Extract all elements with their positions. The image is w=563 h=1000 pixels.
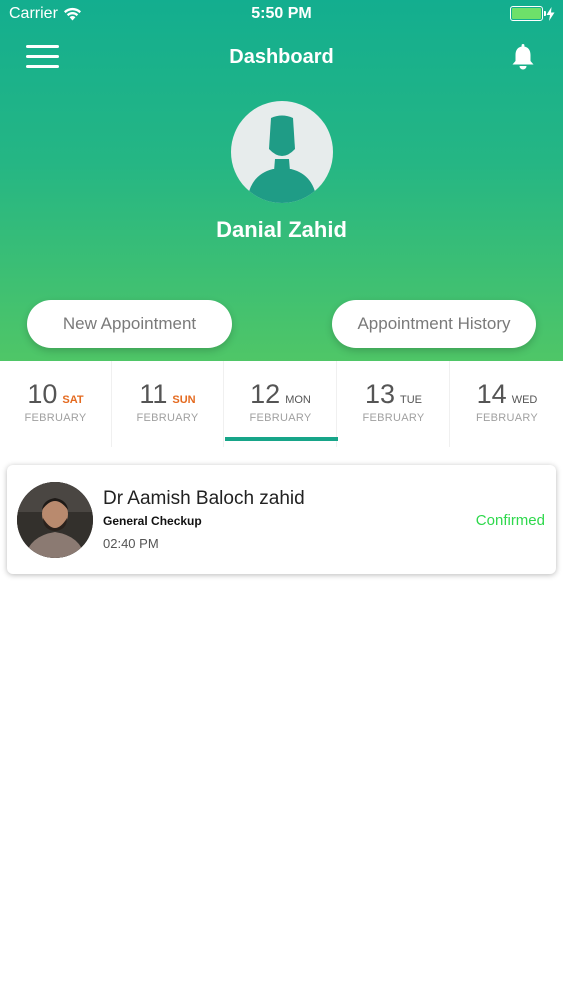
date-month: FEBRUARY xyxy=(475,412,539,424)
date-weekday: SAT xyxy=(62,394,84,406)
doctor-photo xyxy=(17,482,93,558)
new-appointment-button[interactable]: New Appointment xyxy=(27,300,232,348)
charging-bolt-icon xyxy=(546,6,555,21)
date-number: 10 xyxy=(27,379,58,409)
status-bar: Carrier 5:50 PM xyxy=(0,0,563,30)
date-item[interactable]: 10 SAT FEBRUARY xyxy=(0,361,112,447)
date-weekday: MON xyxy=(285,394,311,406)
date-item[interactable]: 11 SUN FEBRUARY xyxy=(112,361,224,447)
status-time: 5:50 PM xyxy=(251,5,312,22)
date-weekday: SUN xyxy=(172,394,196,406)
appointment-card[interactable]: Dr Aamish Baloch zahid General Checkup 0… xyxy=(7,465,556,574)
date-item-selected[interactable]: 12 MON FEBRUARY xyxy=(225,361,337,447)
date-item[interactable]: 13 TUE FEBRUARY xyxy=(338,361,450,447)
date-weekday: TUE xyxy=(400,394,423,406)
date-weekday: WED xyxy=(511,394,538,406)
bell-icon[interactable] xyxy=(508,42,538,72)
date-month: FEBRUARY xyxy=(24,412,87,424)
avatar[interactable] xyxy=(231,101,333,203)
appointment-status: Confirmed xyxy=(475,512,545,529)
doctor-name: Dr Aamish Baloch zahid xyxy=(103,488,305,509)
appointment-time: 02:40 PM xyxy=(103,536,159,551)
date-selector: 10 SAT FEBRUARY 11 SUN FEBRUARY 12 MON F… xyxy=(0,361,563,447)
date-month: FEBRUARY xyxy=(249,412,312,424)
date-month: FEBRUARY xyxy=(136,412,199,424)
date-number: 14 xyxy=(476,379,507,409)
date-number: 12 xyxy=(250,379,281,409)
appointment-history-button[interactable]: Appointment History xyxy=(332,300,536,348)
date-month: FEBRUARY xyxy=(362,412,425,424)
user-placeholder-avatar xyxy=(247,115,317,203)
doctor-avatar xyxy=(17,482,93,558)
battery-icon xyxy=(510,6,546,21)
selected-date-indicator xyxy=(225,437,338,441)
user-name: Danial Zahid xyxy=(216,217,347,242)
date-number: 13 xyxy=(364,379,396,409)
battery-indicator xyxy=(510,6,555,21)
page-title: Dashboard xyxy=(229,46,334,68)
dashboard-header: Carrier 5:50 PM Dashboard Danial Zahid N… xyxy=(0,0,563,361)
date-item[interactable]: 14 WED FEBRUARY xyxy=(451,361,563,447)
appointment-type: General Checkup xyxy=(103,514,202,528)
date-number: 11 xyxy=(139,379,168,409)
